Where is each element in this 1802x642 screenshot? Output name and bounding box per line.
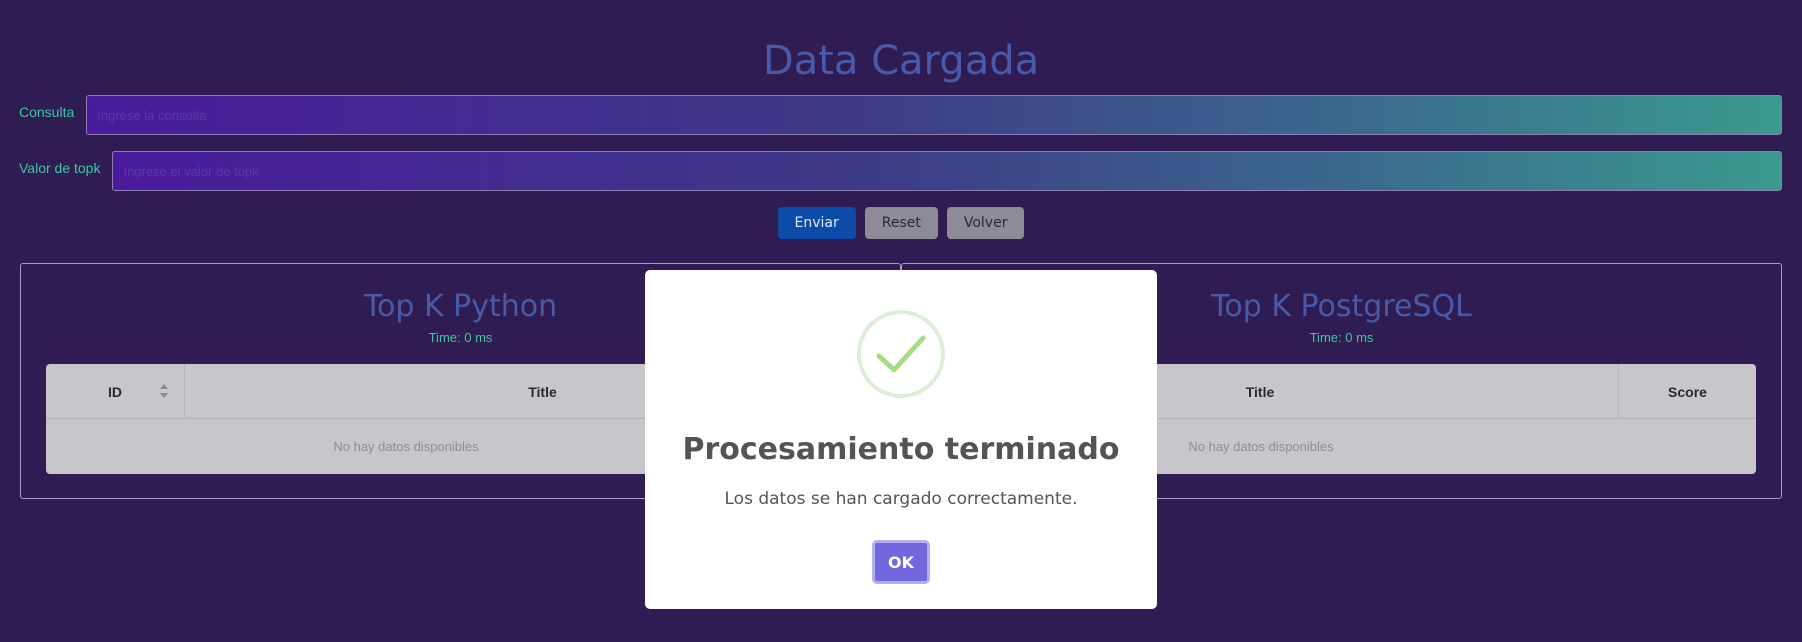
check-mark — [876, 335, 926, 373]
dialog-title: Procesamiento terminado — [682, 432, 1120, 467]
page: Data Cargada Consulta Valor de topk Envi… — [0, 0, 1802, 642]
ok-button[interactable]: OK — [872, 540, 930, 584]
check-icon — [857, 310, 945, 398]
dialog-message: Los datos se han cargado correctamente. — [724, 489, 1078, 509]
success-dialog: Procesamiento terminado Los datos se han… — [645, 270, 1157, 609]
